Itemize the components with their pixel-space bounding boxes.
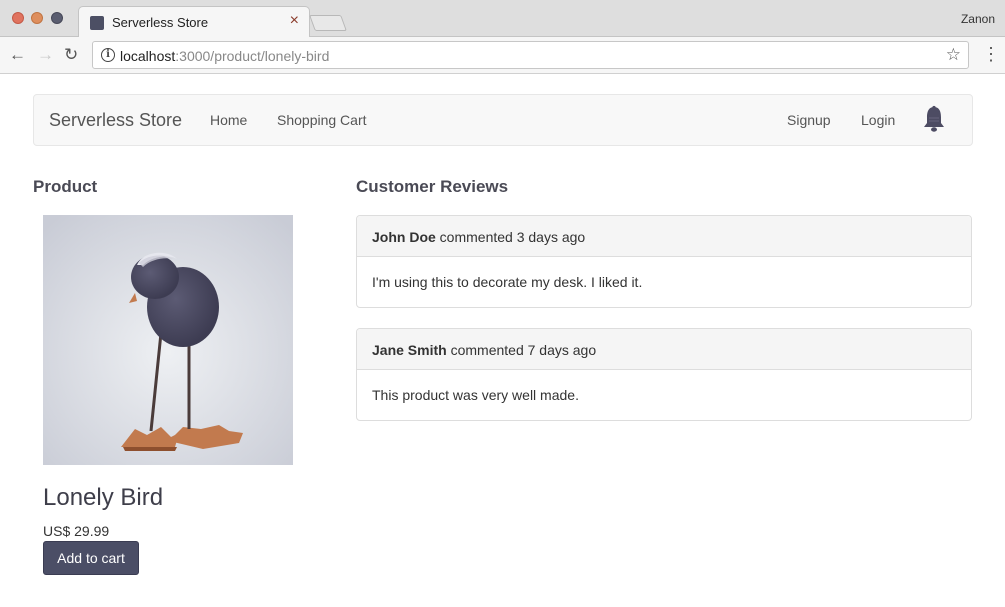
review-meta: commented 7 days ago [446,342,597,358]
address-bar[interactable]: i localhost:3000/product/lonely-bird ☆ [92,41,969,69]
maximize-window-button[interactable] [51,12,63,24]
product-heading: Product [33,177,98,196]
nav-home-link[interactable]: Home [210,112,247,128]
review-header: Jane Smith commented 7 days ago [357,329,971,370]
nav-login-link[interactable]: Login [861,112,895,128]
nav-signup-link[interactable]: Signup [787,112,831,128]
bookmark-star-icon[interactable]: ☆ [946,45,961,65]
tab-close-icon[interactable]: × [290,12,299,30]
profile-name[interactable]: Zanon [961,12,995,26]
nav-shopping-cart-link[interactable]: Shopping Cart [277,112,367,128]
review-meta: commented 3 days ago [435,229,586,245]
review-comment: I'm using this to decorate my desk. I li… [372,274,643,290]
new-tab-button[interactable] [309,15,347,31]
reload-icon[interactable]: ↻ [64,45,78,65]
review-card: Jane Smith commented 7 days ago This pro… [356,328,972,421]
minimize-window-button[interactable] [31,12,43,24]
review-author: John Doe [372,229,436,245]
favicon-icon [90,16,104,30]
product-name: Lonely Bird [43,484,164,511]
browser-menu-icon[interactable]: ⋮ [982,44,1000,64]
back-arrow-icon[interactable]: ← [9,45,26,65]
url-host: localhost [120,48,176,64]
review-author: Jane Smith [372,342,447,358]
review-comment: This product was very well made. [372,387,579,403]
site-navbar: Serverless Store Home Shopping Cart Sign… [33,94,973,146]
close-window-button[interactable] [12,12,24,24]
info-icon[interactable]: i [101,48,115,62]
product-image [43,215,293,465]
add-to-cart-button[interactable]: Add to cart [43,541,139,575]
browser-toolbar: ← → ↻ i localhost:3000/product/lonely-bi… [0,37,1005,74]
browser-titlebar: Serverless Store × Zanon [0,0,1005,37]
url-path: :3000/product/lonely-bird [175,48,330,64]
review-header: John Doe commented 3 days ago [357,216,971,257]
bell-icon[interactable] [922,105,946,133]
review-card: John Doe commented 3 days ago I'm using … [356,215,972,308]
url-text[interactable]: localhost:3000/product/lonely-bird [120,48,329,64]
product-price: US$ 29.99 [43,523,110,539]
brand-link[interactable]: Serverless Store [49,110,182,131]
forward-arrow-icon[interactable]: → [37,45,54,65]
browser-tab[interactable]: Serverless Store × [78,6,310,37]
reviews-heading: Customer Reviews [356,177,509,196]
tab-title: Serverless Store [112,15,209,30]
